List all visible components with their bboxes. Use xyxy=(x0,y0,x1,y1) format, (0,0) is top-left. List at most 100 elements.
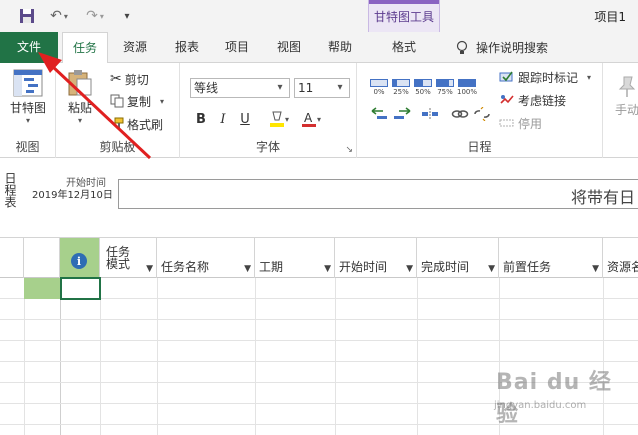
pct-bar xyxy=(370,79,388,87)
pct-0-button[interactable]: 0% xyxy=(369,77,389,99)
chevron-down-icon[interactable]: ▼ xyxy=(488,264,495,274)
split-task-icon[interactable] xyxy=(421,107,439,121)
move-task-left-icon[interactable] xyxy=(371,107,389,121)
header-predecessors[interactable]: 前置任务 ▼ xyxy=(499,238,603,278)
tab-project[interactable]: 项目 xyxy=(216,32,258,63)
font-color-button[interactable]: A ▾ xyxy=(298,108,324,130)
dropdown-icon: ▾ xyxy=(25,116,30,125)
header-duration[interactable]: 工期 ▼ xyxy=(255,238,335,278)
dropdown-icon: ▾ xyxy=(316,114,321,124)
context-accent-bar xyxy=(369,0,439,4)
tab-format[interactable]: 格式 xyxy=(370,32,438,63)
manual-schedule-button[interactable]: 手动 xyxy=(607,75,638,118)
paste-button[interactable]: 粘贴 ▾ xyxy=(62,69,98,125)
copy-icon xyxy=(110,94,124,108)
respect-links-icon xyxy=(499,93,515,107)
gantt-chart-icon xyxy=(13,69,43,97)
inactivate-button[interactable]: 停用 xyxy=(499,113,542,133)
chevron-down-icon[interactable]: ▼ xyxy=(244,264,251,274)
pct-label: 0% xyxy=(373,88,385,96)
format-painter-label: 格式刷 xyxy=(127,117,164,132)
format-painter-button[interactable]: 格式刷 xyxy=(110,114,163,134)
column-label: 任务名称 xyxy=(161,260,210,274)
header-select-all[interactable] xyxy=(24,238,60,278)
chevron-down-icon[interactable]: ▼ xyxy=(592,264,599,274)
mark-on-track-label: 跟踪时标记 xyxy=(518,70,579,85)
header-start[interactable]: 开始时间 ▼ xyxy=(335,238,417,278)
tab-help[interactable]: 帮助 xyxy=(318,32,362,63)
chevron-down-icon[interactable]: ▾ xyxy=(273,79,287,97)
pct-label: 100% xyxy=(457,88,478,96)
table-row[interactable] xyxy=(0,320,638,341)
save-icon[interactable] xyxy=(18,6,36,26)
dropdown-icon: ▾ xyxy=(77,116,82,125)
underline-button[interactable]: U xyxy=(236,108,254,130)
table-row[interactable] xyxy=(0,299,638,320)
active-cell[interactable] xyxy=(60,277,101,300)
inactivate-label: 停用 xyxy=(518,116,543,131)
font-name-combo[interactable]: 等线 ▾ xyxy=(190,78,290,98)
redo-icon[interactable]: ↷ ▾ xyxy=(84,6,106,26)
mark-on-track-button[interactable]: 跟踪时标记 ▾ xyxy=(499,67,591,87)
header-finish[interactable]: 完成时间 ▼ xyxy=(417,238,499,278)
table-row[interactable] xyxy=(0,341,638,362)
gantt-chart-button[interactable]: 甘特图 ▾ xyxy=(6,69,50,125)
pct-25-button[interactable]: 25% xyxy=(391,77,411,99)
header-task-name[interactable]: 任务名称 ▼ xyxy=(157,238,255,278)
tab-file[interactable]: 文件 xyxy=(0,32,58,63)
respect-links-button[interactable]: 考虑链接 xyxy=(499,90,566,110)
copy-button[interactable]: 复制 ▾ xyxy=(110,91,164,111)
link-tasks-icon[interactable] xyxy=(451,107,469,121)
tab-report[interactable]: 报表 xyxy=(166,32,208,63)
header-task-mode[interactable]: 任务 模式 ▼ xyxy=(100,238,157,278)
move-task-right-icon[interactable] xyxy=(393,107,411,121)
group-label-font: 字体 xyxy=(255,140,280,154)
chevron-down-icon[interactable]: ▼ xyxy=(324,264,331,274)
row-selector[interactable] xyxy=(24,278,60,299)
watermark-url: jingyan.baidu.com xyxy=(494,400,587,411)
grid-header: i 任务 模式 ▼ 任务名称 ▼ 工期 ▼ 开始时间 ▼ 完成时间 ▼ 前置任务… xyxy=(0,238,638,278)
bold-button[interactable]: B xyxy=(192,108,210,130)
timeline-bar[interactable]: 将带有日 xyxy=(118,179,638,209)
scissors-icon: ✂ xyxy=(110,71,122,87)
header-indicators[interactable]: i xyxy=(60,238,100,278)
highlight-color-button[interactable]: ▾ xyxy=(266,108,292,130)
customize-toolbar-icon[interactable]: ▾ xyxy=(120,6,134,26)
dropdown-icon: ▾ xyxy=(587,72,592,82)
cut-button[interactable]: ✂ 剪切 xyxy=(110,69,149,89)
pct-50-button[interactable]: 50% xyxy=(413,77,433,99)
ribbon: 甘特图 ▾ 视图 粘贴 ▾ ✂ 剪切 复制 ▾ 格式刷 剪贴板 等线 ▾ 11 … xyxy=(0,63,638,158)
mark-on-track-icon xyxy=(499,70,515,84)
dropdown-icon: ▾ xyxy=(284,114,289,124)
tab-resource[interactable]: 资源 xyxy=(114,32,156,63)
chevron-down-icon[interactable]: ▼ xyxy=(146,264,153,274)
tell-me-label: 操作说明搜索 xyxy=(476,41,549,55)
column-label: 资源名 xyxy=(607,260,638,274)
tab-view[interactable]: 视图 xyxy=(268,32,310,63)
pct-100-button[interactable]: 100% xyxy=(457,77,477,99)
ribbon-tabs: 文件 任务 资源 报表 项目 视图 帮助 格式 操作说明搜索 xyxy=(0,32,638,64)
highlight-icon xyxy=(269,110,285,128)
column-label: 任务 模式 xyxy=(106,245,131,271)
watermark-brand: Bai du 经验 xyxy=(496,370,612,427)
manual-label: 手动 xyxy=(614,103,638,117)
chevron-down-icon[interactable]: ▾ xyxy=(333,79,347,97)
chevron-down-icon[interactable]: ▼ xyxy=(406,264,413,274)
watermark: Bai du 经验 jingyan.baidu.com xyxy=(488,360,628,427)
italic-button[interactable]: I xyxy=(214,108,232,130)
tell-me-search[interactable]: 操作说明搜索 xyxy=(454,32,548,63)
unlink-tasks-icon[interactable] xyxy=(473,107,491,121)
respect-links-label: 考虑链接 xyxy=(518,93,567,108)
format-painter-icon xyxy=(110,117,124,131)
column-label: 工期 xyxy=(259,260,284,274)
font-name-value: 等线 xyxy=(194,81,219,95)
context-tools-title: 甘特图工具 xyxy=(373,10,434,24)
header-row-number xyxy=(0,238,24,278)
gantt-chart-label: 甘特图 xyxy=(9,101,46,115)
header-resource-names[interactable]: 资源名 xyxy=(603,238,638,278)
font-size-combo[interactable]: 11 ▾ xyxy=(294,78,350,98)
tab-task[interactable]: 任务 xyxy=(62,32,108,64)
pct-75-button[interactable]: 75% xyxy=(435,77,455,99)
undo-icon[interactable]: ↶ ▾ xyxy=(48,6,70,26)
group-label-view: 视图 xyxy=(15,140,40,154)
